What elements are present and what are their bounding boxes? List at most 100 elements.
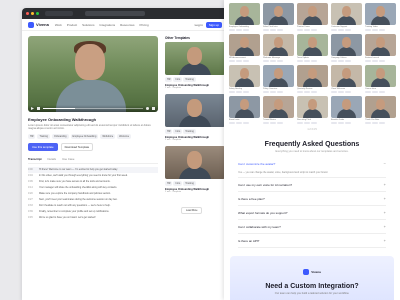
nav-link[interactable]: Resources: [120, 23, 134, 27]
tag[interactable]: HR: [165, 181, 173, 186]
faq-item[interactable]: What export formats do you support? +: [238, 206, 386, 221]
tag[interactable]: Training: [37, 133, 51, 139]
template-thumbnail[interactable]: [165, 146, 225, 179]
tag[interactable]: HR: [165, 129, 173, 134]
tag[interactable]: HR: [165, 77, 173, 82]
close-dot-icon[interactable]: [26, 12, 29, 15]
play-icon[interactable]: [31, 107, 34, 110]
gallery-item[interactable]: Client Welcome: [331, 65, 362, 93]
fullscreen-icon[interactable]: [152, 107, 155, 110]
tag[interactable]: Training: [183, 77, 196, 82]
minus-icon[interactable]: −: [384, 161, 386, 166]
tag[interactable]: Training: [183, 181, 196, 186]
maximize-dot-icon[interactable]: [36, 12, 39, 15]
transcript-row[interactable]: 0:45 We're so glad to have you on board. …: [28, 215, 158, 221]
faq-question-row[interactable]: Can I collaborate with my team? +: [238, 220, 386, 235]
faq-item[interactable]: Can I collaborate with my team? +: [238, 220, 386, 235]
gallery-item[interactable]: Safety Briefing: [229, 65, 260, 93]
faq-question-row[interactable]: Can I use my own voice for AI narration?…: [238, 178, 386, 193]
gallery-item[interactable]: Recruiting Pitch: [297, 96, 328, 124]
address-bar[interactable]: [85, 11, 145, 16]
nav-link[interactable]: Solutions: [82, 23, 94, 27]
plus-icon[interactable]: +: [384, 224, 386, 229]
faq-item[interactable]: Is there an API? +: [238, 234, 386, 249]
gallery-thumbnail[interactable]: [331, 3, 362, 25]
settings-icon[interactable]: [146, 107, 149, 110]
gallery-item[interactable]: Employee Onboarding: [229, 3, 260, 31]
gallery-thumbnail[interactable]: [229, 96, 260, 118]
gallery-thumbnail[interactable]: [365, 3, 396, 25]
gallery-thumbnail[interactable]: [297, 96, 328, 118]
faq-question[interactable]: Is there a free plan?: [238, 197, 265, 201]
tag[interactable]: Intro: [173, 181, 183, 186]
brand-logo[interactable]: Vivena: [28, 21, 49, 28]
gallery-thumbnail[interactable]: [263, 96, 294, 118]
tag[interactable]: Intro: [173, 77, 183, 82]
gallery-thumbnail[interactable]: [229, 34, 260, 56]
signup-button[interactable]: Sign up: [205, 21, 222, 28]
gallery-item[interactable]: Sales Pitch Intro: [263, 3, 294, 31]
faq-question[interactable]: Is there an API?: [238, 239, 259, 243]
faq-item[interactable]: Can I use my own voice for AI narration?…: [238, 178, 386, 193]
template-card[interactable]: HR Intro Training Employee Onboarding Walkt…: [165, 146, 225, 193]
plus-icon[interactable]: +: [384, 238, 386, 243]
faq-question-row[interactable]: Is there a free plan? +: [238, 192, 386, 207]
gallery-item[interactable]: Benefits Guide: [331, 96, 362, 124]
gallery-item[interactable]: Event Invite: [229, 96, 260, 124]
gallery-thumbnail[interactable]: [297, 34, 328, 56]
gallery-thumbnail[interactable]: [331, 34, 362, 56]
tab-use-case[interactable]: Use Case: [62, 157, 74, 161]
template-card[interactable]: HR Intro Training Employee Onboarding Walkt…: [165, 42, 225, 89]
tab-details[interactable]: Details: [48, 157, 57, 161]
nav-link[interactable]: Integrations: [99, 23, 115, 27]
nav-link[interactable]: Product: [67, 23, 77, 27]
video-player[interactable]: [28, 36, 158, 112]
gallery-thumbnail[interactable]: [331, 96, 362, 118]
nav-link[interactable]: Pricing: [140, 23, 149, 27]
tag[interactable]: Onboarding: [52, 133, 69, 139]
gallery-thumbnail[interactable]: [297, 3, 328, 25]
faq-question[interactable]: What export formats do you support?: [238, 211, 287, 215]
gallery-item[interactable]: Course Intro: [365, 65, 396, 93]
load-more-button[interactable]: Load More: [181, 207, 203, 214]
gallery-thumbnail[interactable]: [263, 3, 294, 25]
template-thumbnail[interactable]: [165, 42, 225, 75]
gallery-item[interactable]: Training Video: [365, 3, 396, 31]
gallery-item[interactable]: Product Demo: [297, 3, 328, 31]
gallery-item[interactable]: Quarterly Review: [297, 65, 328, 93]
volume-icon[interactable]: [37, 107, 40, 110]
gallery-thumbnail[interactable]: [331, 65, 362, 87]
gallery-thumbnail[interactable]: [229, 65, 260, 87]
minimize-dot-icon[interactable]: [31, 12, 34, 15]
gallery-thumbnail[interactable]: [365, 34, 396, 56]
download-template-button[interactable]: Download Template: [60, 142, 94, 151]
gallery-thumbnail[interactable]: [229, 3, 260, 25]
faq-question-row[interactable]: Can I customize the avatar? −: [238, 157, 386, 170]
tag[interactable]: HR: [28, 133, 36, 139]
gallery-item[interactable]: Welcome Message: [263, 34, 294, 62]
video-progress-bar[interactable]: [43, 108, 143, 109]
nav-link[interactable]: Work: [55, 23, 62, 27]
faq-item[interactable]: Is there a free plan? +: [238, 192, 386, 207]
login-button[interactable]: Log in: [195, 23, 203, 27]
faq-item[interactable]: Can I customize the avatar? − Yes — you ca…: [238, 157, 386, 179]
gallery-item[interactable]: Tutorial Basics: [263, 96, 294, 124]
faq-question[interactable]: Can I collaborate with my team?: [238, 225, 281, 229]
faq-question[interactable]: Can I use my own voice for AI narration?: [238, 183, 292, 187]
gallery-item[interactable]: Team Update: [297, 34, 328, 62]
use-template-button[interactable]: Use this template: [28, 142, 58, 151]
tag[interactable]: Training: [183, 129, 196, 134]
faq-question[interactable]: Can I customize the avatar?: [238, 162, 275, 166]
gallery-thumbnail[interactable]: [263, 34, 294, 56]
tag[interactable]: Intro: [173, 129, 183, 134]
plus-icon[interactable]: +: [384, 182, 386, 187]
gallery-thumbnail[interactable]: [365, 65, 396, 87]
tab-transcript[interactable]: Transcript: [28, 157, 42, 161]
gallery-item[interactable]: Feature Launch: [365, 34, 396, 62]
tag[interactable]: Welcome: [117, 133, 132, 139]
plus-icon[interactable]: +: [384, 210, 386, 215]
tag[interactable]: Workforce: [100, 133, 116, 139]
gallery-thumbnail[interactable]: [263, 65, 294, 87]
gallery-item[interactable]: Customer Support: [331, 3, 362, 31]
template-thumbnail[interactable]: [165, 94, 225, 127]
